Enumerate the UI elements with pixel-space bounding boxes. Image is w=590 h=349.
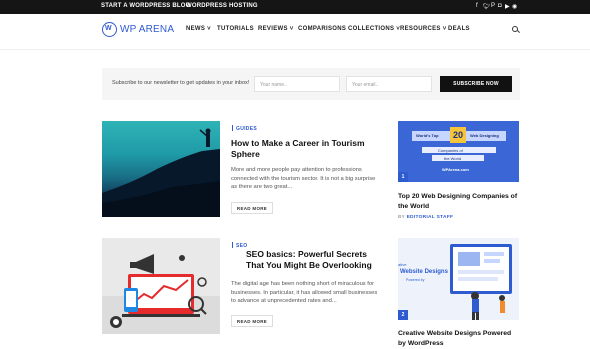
top-bar: START A WORDPRESS BLOG WORDPRESS HOSTING… — [0, 0, 590, 14]
youtube-icon[interactable]: ▶ — [505, 3, 510, 10]
banner-number: 20 — [453, 130, 464, 140]
facebook-icon[interactable]: f — [476, 3, 478, 9]
nav-resources[interactable]: RESOURCES ˅ — [400, 26, 447, 32]
author-link[interactable]: EDITORIAL STAFF — [407, 215, 454, 220]
twitter-icon[interactable]: 🐦︎ — [483, 3, 491, 10]
start-blog-link[interactable]: START A WORDPRESS BLOG — [101, 3, 191, 9]
banner-text: Companies of — [438, 148, 463, 153]
banner-text: Website Designs — [400, 269, 448, 275]
sidebar-image-web-designing[interactable]: World's Top 20 Web Designing Companies o… — [398, 121, 519, 182]
nav-reviews[interactable]: REVIEWS ˅ — [258, 26, 294, 32]
chevron-down-icon: ˅ — [442, 26, 447, 32]
rss-icon[interactable]: ◉ — [512, 3, 517, 10]
category-tag[interactable]: GUIDES — [236, 126, 257, 132]
banner-text: the World — [444, 156, 462, 161]
wordpress-hosting-link[interactable]: WORDPRESS HOSTING — [186, 3, 258, 9]
nav-news[interactable]: NEWS ˅ — [186, 26, 211, 32]
category-bar — [232, 242, 233, 248]
pinterest-icon[interactable]: P — [491, 3, 495, 9]
article-title[interactable]: How to Make a Career in Tourism Sphere — [231, 138, 371, 160]
nav-comparisons[interactable]: COMPARISONS — [298, 26, 346, 32]
mountain-silhouette-image — [102, 128, 220, 217]
main-header: W WP ARENA NEWS ˅ TUTORIALS REVIEWS ˅ CO… — [0, 14, 590, 50]
sidebar-post-title[interactable]: Top 20 Web Designing Companies of the Wo… — [398, 192, 520, 212]
nav-deals[interactable]: DEALS — [448, 26, 470, 32]
instagram-icon[interactable]: ◘ — [498, 3, 502, 9]
banner-text: ative — [398, 262, 407, 267]
chevron-down-icon: ˅ — [207, 26, 211, 32]
newsletter-name-input[interactable]: Your name.. — [254, 76, 340, 92]
chevron-down-icon: ˅ — [289, 26, 294, 32]
article-title[interactable]: SEO basics: Powerful Secrets That You Mi… — [246, 249, 376, 271]
sidebar-post-title[interactable]: Creative Website Designs Powered by Word… — [398, 329, 520, 349]
article-excerpt: The digital age has been nothing short o… — [231, 281, 378, 304]
banner-text: Web Designing — [470, 133, 499, 138]
read-more-button[interactable]: READ MORE — [231, 202, 273, 214]
newsletter-text: Subscribe to our newsletter to get updat… — [112, 80, 250, 86]
search-icon[interactable] — [512, 26, 518, 32]
article-image-seo[interactable] — [102, 238, 220, 334]
nav-collections[interactable]: COLLECTIONS ˅ — [348, 26, 400, 32]
newsletter-bar: Subscribe to our newsletter to get updat… — [102, 68, 520, 100]
banner-text: WPArena.com — [442, 167, 469, 172]
newsletter-email-input[interactable]: Your email.. — [346, 76, 432, 92]
post-meta: BY EDITORIAL STAFF — [398, 215, 454, 220]
subscribe-button[interactable]: SUBSCRIBE NOW — [440, 76, 512, 92]
logo-text[interactable]: WP ARENA — [120, 24, 174, 35]
article-excerpt: More and more people pay attention to pr… — [231, 167, 376, 190]
nav-tutorials[interactable]: TUTORIALS — [217, 26, 254, 32]
rank-badge: 2 — [398, 310, 408, 320]
category-bar — [232, 125, 233, 131]
logo-icon[interactable]: W — [102, 22, 117, 37]
banner-text: World's Top — [416, 133, 439, 138]
sidebar-image-website-designs[interactable]: ative Website Designs Powered by 2 — [398, 238, 519, 320]
rank-badge: 1 — [398, 172, 408, 182]
banner-text: Powered by — [406, 278, 425, 282]
article-image-tourism[interactable] — [102, 121, 220, 217]
seo-illustration-image — [102, 254, 220, 334]
read-more-button[interactable]: READ MORE — [231, 315, 273, 327]
